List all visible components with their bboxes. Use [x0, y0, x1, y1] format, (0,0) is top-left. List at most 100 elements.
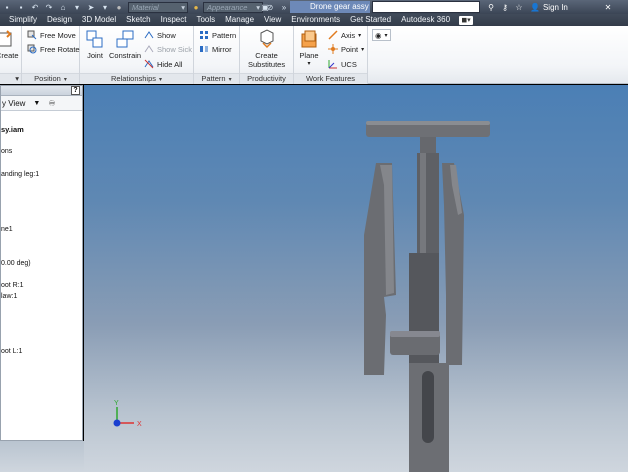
pivot-pin-highlight — [390, 331, 440, 337]
constrain-label: Constrain — [109, 51, 142, 60]
sign-in-button[interactable]: 👤 Sign In — [530, 0, 568, 14]
show-button[interactable]: Show — [144, 29, 176, 41]
favorites-icon[interactable]: ☆ — [513, 1, 525, 13]
search-icon[interactable]: ⚲ — [485, 1, 497, 13]
relationships-panel-title[interactable]: Relationships ▾ — [80, 73, 193, 84]
return-icon[interactable]: ▾ — [71, 1, 83, 13]
tab-design[interactable]: Design — [42, 14, 77, 26]
work-features-panel: Plane ▾ Axis ▾ Point ▾ UCS Work Features — [294, 26, 368, 84]
component-panel-title: ▾ — [0, 73, 21, 84]
tree-item-assembly[interactable]: sy.iam — [1, 125, 24, 134]
create-substitutes-button[interactable]: Create Substitutes — [248, 29, 285, 69]
save-icon[interactable]: ▪ — [15, 1, 27, 13]
mirror-button[interactable]: Mirror — [199, 43, 232, 55]
show-sick-button[interactable]: Show Sick — [144, 43, 192, 55]
tab-inspect[interactable]: Inspect — [156, 14, 192, 26]
position-panel-title[interactable]: Position ▾ — [22, 73, 79, 84]
joint-button[interactable]: Joint — [85, 29, 105, 60]
tab-autodesk-360[interactable]: Autodesk 360 — [396, 14, 455, 26]
free-rotate-label: Free Rotate — [40, 44, 80, 54]
hide-all-button[interactable]: Hide All — [144, 58, 182, 70]
update-icon[interactable]: ▾ — [99, 1, 111, 13]
tree-item-representations[interactable]: ons — [1, 148, 12, 155]
browser-header: ? — [1, 86, 82, 96]
hide-all-icon — [144, 59, 154, 69]
tree-item-foot-r[interactable]: oot R:1 — [1, 282, 24, 289]
triad-y-label: Y — [114, 400, 119, 407]
chevron-down-icon: ▾ — [384, 32, 388, 39]
material-label: Material — [132, 2, 159, 12]
chevron-down-icon: ▾ — [358, 32, 362, 39]
tree-item-angle[interactable]: 0.00 deg) — [1, 260, 31, 267]
axis-icon — [328, 30, 338, 40]
sign-in-label: Sign In — [542, 2, 568, 12]
productivity-panel: Create Substitutes Productivity — [240, 26, 294, 84]
model-browser: ? y View ▼ ♾ sy.iam ons anding leg:1 ne1… — [0, 85, 83, 441]
tab-simplify[interactable]: Simplify — [0, 14, 42, 26]
plane-button[interactable]: Plane ▾ — [299, 29, 319, 67]
tab-3d-model[interactable]: 3D Model — [77, 14, 121, 26]
appearance-sphere-icon: ● — [193, 2, 199, 12]
tree-item-claw[interactable]: law:1 — [1, 293, 17, 300]
tree-item-landing-leg[interactable]: anding leg:1 — [1, 171, 39, 178]
tab-get-started[interactable]: Get Started — [345, 14, 396, 26]
ucs-button[interactable]: UCS — [328, 58, 357, 70]
appearance-label: Appearance — [207, 2, 248, 12]
browser-view-selector[interactable]: y View — [2, 99, 25, 108]
inventor-icon: ▣ — [261, 2, 269, 12]
undo-icon[interactable]: ↶ — [29, 1, 41, 13]
leg-slot — [422, 371, 434, 443]
plane-label: Plane — [299, 51, 319, 60]
productivity-panel-label: Productivity — [247, 74, 286, 83]
subscription-icon[interactable]: ⚷ — [499, 1, 511, 13]
constrain-button[interactable]: Constrain — [109, 29, 141, 60]
point-button[interactable]: Point ▾ — [328, 43, 364, 55]
redo-icon[interactable]: ↷ — [43, 1, 55, 13]
user-icon: 👤 — [530, 2, 540, 12]
triad-origin — [113, 419, 121, 427]
free-move-button[interactable]: Free Move — [27, 29, 76, 41]
material-dropdown[interactable]: Material ▾ — [128, 1, 188, 13]
axis-button[interactable]: Axis ▾ — [328, 29, 361, 41]
pattern-button[interactable]: Pattern — [199, 29, 236, 41]
chevron-down-icon[interactable]: ▼ — [33, 100, 40, 107]
tree-item-foot-l[interactable]: oot L:1 — [1, 348, 22, 355]
create-button[interactable]: Create — [0, 29, 19, 60]
ribbon-options-dropdown[interactable]: ◉ ▾ — [372, 29, 391, 41]
graphics-viewport[interactable]: Y X — [84, 85, 628, 472]
show-icon — [144, 30, 154, 40]
search-input[interactable] — [372, 1, 480, 13]
tab-sketch[interactable]: Sketch — [121, 14, 155, 26]
tab-environments[interactable]: Environments — [286, 14, 345, 26]
pattern-panel: Pattern Mirror Pattern ▾ — [194, 26, 240, 84]
tree-item-plane[interactable]: ne1 — [1, 226, 13, 233]
appearance-dropdown[interactable]: Appearance ▾ — [203, 1, 263, 13]
ribbon-toggle-button[interactable]: ◼▾ — [459, 15, 474, 25]
mirror-icon — [199, 44, 209, 54]
plane-icon — [299, 29, 319, 49]
tab-view[interactable]: View — [259, 14, 286, 26]
joint-label: Joint — [87, 51, 103, 60]
ribbon-tabs: Simplify Design 3D Model Sketch Inspect … — [0, 14, 628, 26]
mirror-label: Mirror — [212, 44, 232, 54]
new-file-icon[interactable]: ▪ — [1, 1, 13, 13]
find-binoculars-icon[interactable]: ♾ — [48, 99, 55, 108]
more-icon[interactable]: » — [278, 1, 290, 13]
home-icon[interactable]: ⌂ — [57, 1, 69, 13]
tab-tools[interactable]: Tools — [191, 14, 220, 26]
model-render: Y X — [113, 121, 490, 472]
help-icon[interactable]: ✕ — [602, 1, 614, 13]
tab-manage[interactable]: Manage — [220, 14, 259, 26]
joint-icon — [85, 29, 105, 49]
point-icon — [328, 44, 338, 54]
select-icon[interactable]: ➤ — [85, 1, 97, 13]
triad-x-label: X — [137, 421, 142, 428]
pattern-icon — [199, 30, 209, 40]
free-rotate-button[interactable]: Free Rotate — [27, 43, 80, 55]
create-label: Create — [0, 51, 19, 60]
right-claw — [442, 163, 464, 365]
help-icon[interactable]: ? — [71, 86, 80, 95]
pattern-panel-title[interactable]: Pattern ▾ — [194, 73, 239, 84]
position-panel-label: Position — [34, 74, 61, 83]
position-panel: Free Move Free Rotate Position ▾ — [22, 26, 80, 84]
